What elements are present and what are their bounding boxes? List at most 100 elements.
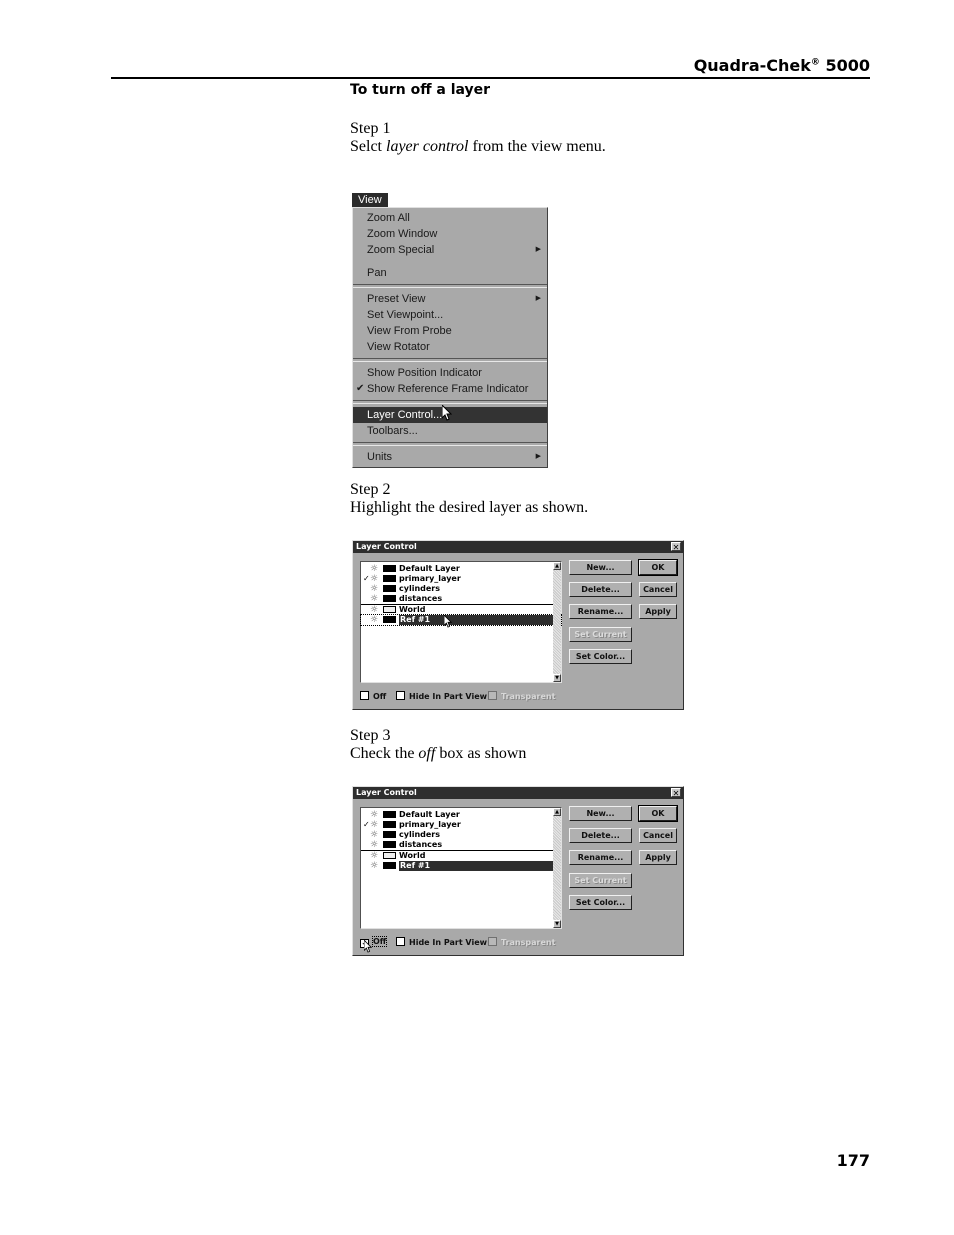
layer-row-selected[interactable]: ☼ Ref #1 bbox=[360, 614, 562, 626]
menu-item-show-position-indicator[interactable]: Show Position Indicator bbox=[353, 365, 547, 381]
check-icon: ✔ bbox=[356, 383, 365, 394]
cancel-button[interactable]: Cancel bbox=[639, 582, 677, 597]
view-menu-title[interactable]: View bbox=[352, 193, 388, 207]
color-swatch bbox=[383, 616, 396, 623]
lightbulb-icon[interactable]: ☼ bbox=[370, 605, 378, 615]
step-1: Step 1 Selct layer control from the view… bbox=[350, 120, 606, 156]
layer-row[interactable]: ☼ distances bbox=[361, 840, 561, 850]
menu-item-units[interactable]: Units ▶ bbox=[353, 449, 547, 465]
delete-button[interactable]: Delete... bbox=[569, 582, 632, 597]
page-number: 177 bbox=[836, 1151, 870, 1170]
registered-mark: ® bbox=[810, 57, 820, 68]
step-3: Step 3 Check the off box as shown bbox=[350, 727, 526, 763]
color-swatch bbox=[383, 831, 396, 838]
lightbulb-icon[interactable]: ☼ bbox=[370, 830, 378, 840]
layer-list[interactable]: ☼ Default Layer ✓ ☼ primary_layer ☼ cylinder… bbox=[360, 561, 562, 683]
menu-item-zoom-all[interactable]: Zoom All bbox=[353, 210, 547, 226]
menu-item-zoom-window[interactable]: Zoom Window bbox=[353, 226, 547, 242]
vertical-scrollbar[interactable]: ▲ ▼ bbox=[553, 808, 561, 928]
checkbox-icon[interactable] bbox=[360, 691, 369, 700]
rename-button[interactable]: Rename... bbox=[569, 604, 632, 619]
set-color-button[interactable]: Set Color... bbox=[569, 649, 632, 664]
layer-row[interactable]: ✓ ☼ primary_layer bbox=[361, 820, 561, 830]
menu-item-toolbars[interactable]: Toolbars... bbox=[353, 423, 547, 439]
product-name: Quadra-Chek bbox=[693, 56, 811, 75]
lightbulb-icon[interactable]: ☼ bbox=[370, 820, 378, 830]
layer-row[interactable]: ☼ Default Layer bbox=[361, 810, 561, 820]
set-color-button[interactable]: Set Color... bbox=[569, 895, 632, 910]
lightbulb-icon[interactable]: ☼ bbox=[370, 564, 378, 574]
checkbox-icon[interactable] bbox=[488, 937, 497, 946]
set-current-button[interactable]: Set Current bbox=[569, 627, 632, 642]
off-checkbox[interactable]: Off bbox=[360, 691, 386, 702]
lightbulb-icon[interactable]: ☼ bbox=[370, 584, 378, 594]
new-button[interactable]: New... bbox=[569, 560, 632, 575]
step-text: Selct layer control from the view menu. bbox=[350, 138, 606, 155]
lightbulb-icon[interactable]: ☼ bbox=[370, 851, 378, 861]
scroll-up-icon[interactable]: ▲ bbox=[553, 562, 561, 570]
layer-row-selected[interactable]: ☼ Ref #1 bbox=[361, 861, 561, 871]
scroll-up-icon[interactable]: ▲ bbox=[553, 808, 561, 816]
color-swatch bbox=[383, 841, 396, 848]
menu-item-set-viewpoint[interactable]: Set Viewpoint... bbox=[353, 307, 547, 323]
layer-row[interactable]: ☼ distances bbox=[361, 594, 561, 604]
step-label: Step 1 bbox=[350, 120, 391, 137]
color-swatch bbox=[383, 565, 396, 572]
color-swatch bbox=[383, 585, 396, 592]
ok-button[interactable]: OK bbox=[638, 805, 678, 822]
layer-control-dialog: Layer Control ✕ ☼ Default Layer ✓ ☼ primary… bbox=[352, 786, 684, 956]
ok-button[interactable]: OK bbox=[638, 559, 678, 576]
lightbulb-icon[interactable]: ☼ bbox=[370, 861, 378, 871]
rename-button[interactable]: Rename... bbox=[569, 850, 632, 865]
submenu-arrow-icon: ▶ bbox=[535, 295, 541, 302]
checkbox-icon[interactable] bbox=[488, 691, 497, 700]
set-current-button[interactable]: Set Current bbox=[569, 873, 632, 888]
lightbulb-icon[interactable]: ☼ bbox=[370, 594, 378, 604]
layer-row[interactable]: ☼ cylinders bbox=[361, 830, 561, 840]
menu-item-show-reference-frame-indicator[interactable]: ✔ Show Reference Frame Indicator bbox=[353, 381, 547, 397]
new-button[interactable]: New... bbox=[569, 806, 632, 821]
dialog-title: Layer Control bbox=[356, 542, 417, 551]
check-icon: ✓ bbox=[363, 574, 370, 583]
running-header: Quadra-Chek® 5000 bbox=[694, 56, 870, 75]
color-swatch bbox=[383, 811, 396, 818]
lightbulb-icon[interactable]: ☼ bbox=[370, 840, 378, 850]
apply-button[interactable]: Apply bbox=[639, 604, 677, 619]
vertical-scrollbar[interactable]: ▲ ▼ bbox=[553, 562, 561, 682]
cancel-button[interactable]: Cancel bbox=[639, 828, 677, 843]
hide-in-part-view-checkbox[interactable]: Hide In Part View bbox=[396, 937, 487, 948]
menu-item-zoom-special[interactable]: Zoom Special ▶ bbox=[353, 242, 547, 258]
layer-row[interactable]: ☼ cylinders bbox=[361, 584, 561, 594]
transparent-checkbox[interactable]: Transparent bbox=[488, 937, 555, 948]
layer-row[interactable]: ☼ Default Layer bbox=[361, 564, 561, 574]
header-rule bbox=[111, 77, 870, 79]
delete-button[interactable]: Delete... bbox=[569, 828, 632, 843]
close-icon[interactable]: ✕ bbox=[671, 788, 681, 798]
close-icon[interactable]: ✕ bbox=[671, 542, 681, 552]
checkbox-icon[interactable] bbox=[396, 691, 405, 700]
lightbulb-icon[interactable]: ☼ bbox=[370, 810, 378, 820]
layer-row[interactable]: ✓ ☼ primary_layer bbox=[361, 574, 561, 584]
step-label: Step 3 bbox=[350, 727, 391, 744]
scroll-down-icon[interactable]: ▼ bbox=[553, 920, 561, 928]
apply-button[interactable]: Apply bbox=[639, 850, 677, 865]
menu-item-view-from-probe[interactable]: View From Probe bbox=[353, 323, 547, 339]
step-text: Check the off box as shown bbox=[350, 745, 527, 762]
layer-row[interactable]: ☼ World bbox=[361, 850, 561, 861]
checkbox-icon[interactable] bbox=[396, 937, 405, 946]
layer-list[interactable]: ☼ Default Layer ✓ ☼ primary_layer ☼ cylinder… bbox=[360, 807, 562, 929]
menu-item-preset-view[interactable]: Preset View ▶ bbox=[353, 291, 547, 307]
hide-in-part-view-checkbox[interactable]: Hide In Part View bbox=[396, 691, 487, 702]
color-swatch bbox=[383, 852, 396, 859]
lightbulb-icon[interactable]: ☼ bbox=[370, 615, 378, 625]
scroll-down-icon[interactable]: ▼ bbox=[553, 674, 561, 682]
step-text: Highlight the desired layer as shown. bbox=[350, 499, 589, 516]
transparent-checkbox[interactable]: Transparent bbox=[488, 691, 555, 702]
menu-item-pan[interactable]: Pan bbox=[353, 265, 547, 281]
lightbulb-icon[interactable]: ☼ bbox=[370, 574, 378, 584]
color-swatch bbox=[383, 575, 396, 582]
menu-item-view-rotator[interactable]: View Rotator bbox=[353, 339, 547, 355]
layer-control-dialog: Layer Control ✕ ☼ Default Layer ✓ ☼ primary… bbox=[352, 540, 684, 710]
view-menu: Zoom All Zoom Window Zoom Special ▶ Pan P… bbox=[352, 207, 548, 468]
layer-row[interactable]: ☼ World bbox=[361, 604, 561, 615]
